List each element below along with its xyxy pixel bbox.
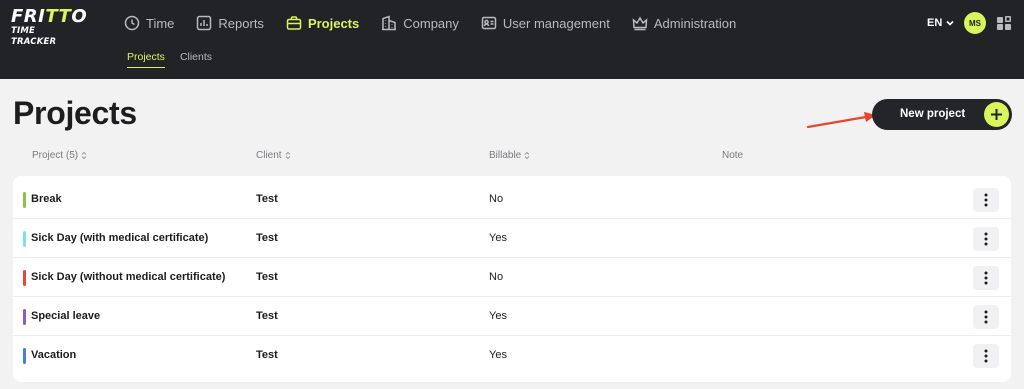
chevron-down-icon bbox=[946, 20, 954, 26]
row-actions-button[interactable] bbox=[973, 344, 999, 368]
row-actions-button[interactable] bbox=[973, 188, 999, 212]
table-row[interactable]: Vacation Test Yes bbox=[13, 336, 1011, 375]
language-selector[interactable]: EN bbox=[927, 17, 954, 29]
plus-icon bbox=[991, 109, 1002, 120]
top-navigation-bar: FRITTO TIME TRACKER Time Reports Project… bbox=[0, 0, 1024, 79]
billable-value: No bbox=[489, 271, 504, 283]
project-name: Break bbox=[31, 193, 62, 205]
fritto-logo[interactable]: FRITTO TIME TRACKER bbox=[11, 6, 87, 48]
nav-item-label: Time bbox=[146, 15, 175, 31]
table-row[interactable]: Special leave Test Yes bbox=[13, 297, 1011, 336]
clock-icon bbox=[124, 15, 140, 31]
company-brand-icon[interactable] bbox=[997, 16, 1011, 30]
user-avatar[interactable]: MS bbox=[964, 12, 986, 34]
client-name: Test bbox=[256, 232, 278, 244]
subnav-clients[interactable]: Clients bbox=[180, 51, 212, 68]
table-row[interactable]: Sick Day (with medical certificate) Test… bbox=[13, 219, 1011, 258]
nav-item-label: Administration bbox=[653, 15, 737, 31]
project-color-bar bbox=[23, 309, 26, 325]
column-header-label: Note bbox=[722, 150, 744, 161]
more-vertical-icon bbox=[984, 310, 988, 324]
client-name: Test bbox=[256, 349, 278, 361]
more-vertical-icon bbox=[984, 232, 988, 246]
nav-item-projects[interactable]: Projects bbox=[286, 15, 359, 31]
nav-item-reports[interactable]: Reports bbox=[196, 15, 264, 31]
building-icon bbox=[382, 15, 397, 31]
more-vertical-icon bbox=[984, 193, 988, 207]
client-name: Test bbox=[256, 193, 278, 205]
new-project-label: New project bbox=[900, 108, 966, 120]
project-color-bar bbox=[23, 231, 26, 247]
chart-icon bbox=[197, 15, 212, 31]
row-actions-button[interactable] bbox=[973, 305, 999, 329]
logo-text-2: TT bbox=[45, 6, 72, 27]
projects-table: Break Test No Sick Day (with medical cer… bbox=[13, 176, 1011, 382]
nav-item-company[interactable]: Company bbox=[381, 15, 459, 31]
table-header: Project (5) Client Billable Note bbox=[0, 150, 1024, 164]
table-row[interactable]: Break Test No bbox=[13, 180, 1011, 219]
nav-item-label: Company bbox=[403, 15, 459, 31]
billable-value: No bbox=[489, 193, 504, 205]
billable-value: Yes bbox=[489, 310, 507, 322]
nav-item-user-management[interactable]: User management bbox=[481, 15, 610, 31]
plus-circle bbox=[984, 102, 1009, 127]
logo-subtitle: TIME TRACKER bbox=[11, 26, 57, 47]
sort-icon bbox=[285, 151, 290, 160]
page-title: Projects bbox=[13, 95, 137, 131]
nav-item-time[interactable]: Time bbox=[124, 15, 174, 31]
nav-item-label: Projects bbox=[307, 15, 360, 31]
sub-navigation: Projects Clients bbox=[127, 51, 227, 68]
more-vertical-icon bbox=[984, 349, 988, 363]
billable-value: Yes bbox=[489, 232, 507, 244]
column-header-client[interactable]: Client bbox=[256, 150, 291, 161]
nav-item-label: User management bbox=[502, 15, 610, 31]
project-name: Sick Day (without medical certificate) bbox=[31, 271, 226, 283]
annotation-arrow-icon bbox=[806, 112, 876, 129]
id-card-icon bbox=[481, 16, 497, 30]
client-name: Test bbox=[256, 271, 278, 283]
row-actions-button[interactable] bbox=[973, 227, 999, 251]
billable-value: Yes bbox=[489, 349, 507, 361]
column-header-label: Project (5) bbox=[32, 150, 79, 161]
column-header-label: Billable bbox=[489, 150, 522, 161]
column-header-project[interactable]: Project (5) bbox=[32, 150, 87, 161]
row-actions-button[interactable] bbox=[973, 266, 999, 290]
language-label: EN bbox=[927, 17, 943, 29]
nav-item-administration[interactable]: Administration bbox=[632, 15, 736, 31]
project-name: Special leave bbox=[31, 310, 101, 322]
project-name: Sick Day (with medical certificate) bbox=[31, 232, 209, 244]
project-color-bar bbox=[23, 348, 26, 364]
logo-text-1: FRI bbox=[11, 6, 46, 27]
logo-text-3: O bbox=[71, 6, 88, 27]
sort-icon bbox=[524, 151, 530, 160]
column-header-label: Client bbox=[256, 150, 282, 161]
more-vertical-icon bbox=[984, 271, 988, 285]
project-color-bar bbox=[23, 192, 26, 208]
table-row[interactable]: Sick Day (without medical certificate) T… bbox=[13, 258, 1011, 297]
project-name: Vacation bbox=[31, 349, 77, 361]
new-project-button[interactable]: New project bbox=[872, 99, 1012, 130]
nav-item-label: Reports bbox=[218, 15, 264, 31]
column-header-note: Note bbox=[722, 150, 743, 161]
crown-icon bbox=[632, 16, 648, 31]
sort-icon bbox=[81, 151, 87, 160]
project-color-bar bbox=[23, 270, 26, 286]
column-header-billable[interactable]: Billable bbox=[489, 150, 530, 161]
subnav-projects[interactable]: Projects bbox=[127, 51, 165, 68]
briefcase-icon bbox=[286, 16, 302, 30]
main-nav: Time Reports Projects Company User manag… bbox=[124, 13, 758, 33]
client-name: Test bbox=[256, 310, 278, 322]
